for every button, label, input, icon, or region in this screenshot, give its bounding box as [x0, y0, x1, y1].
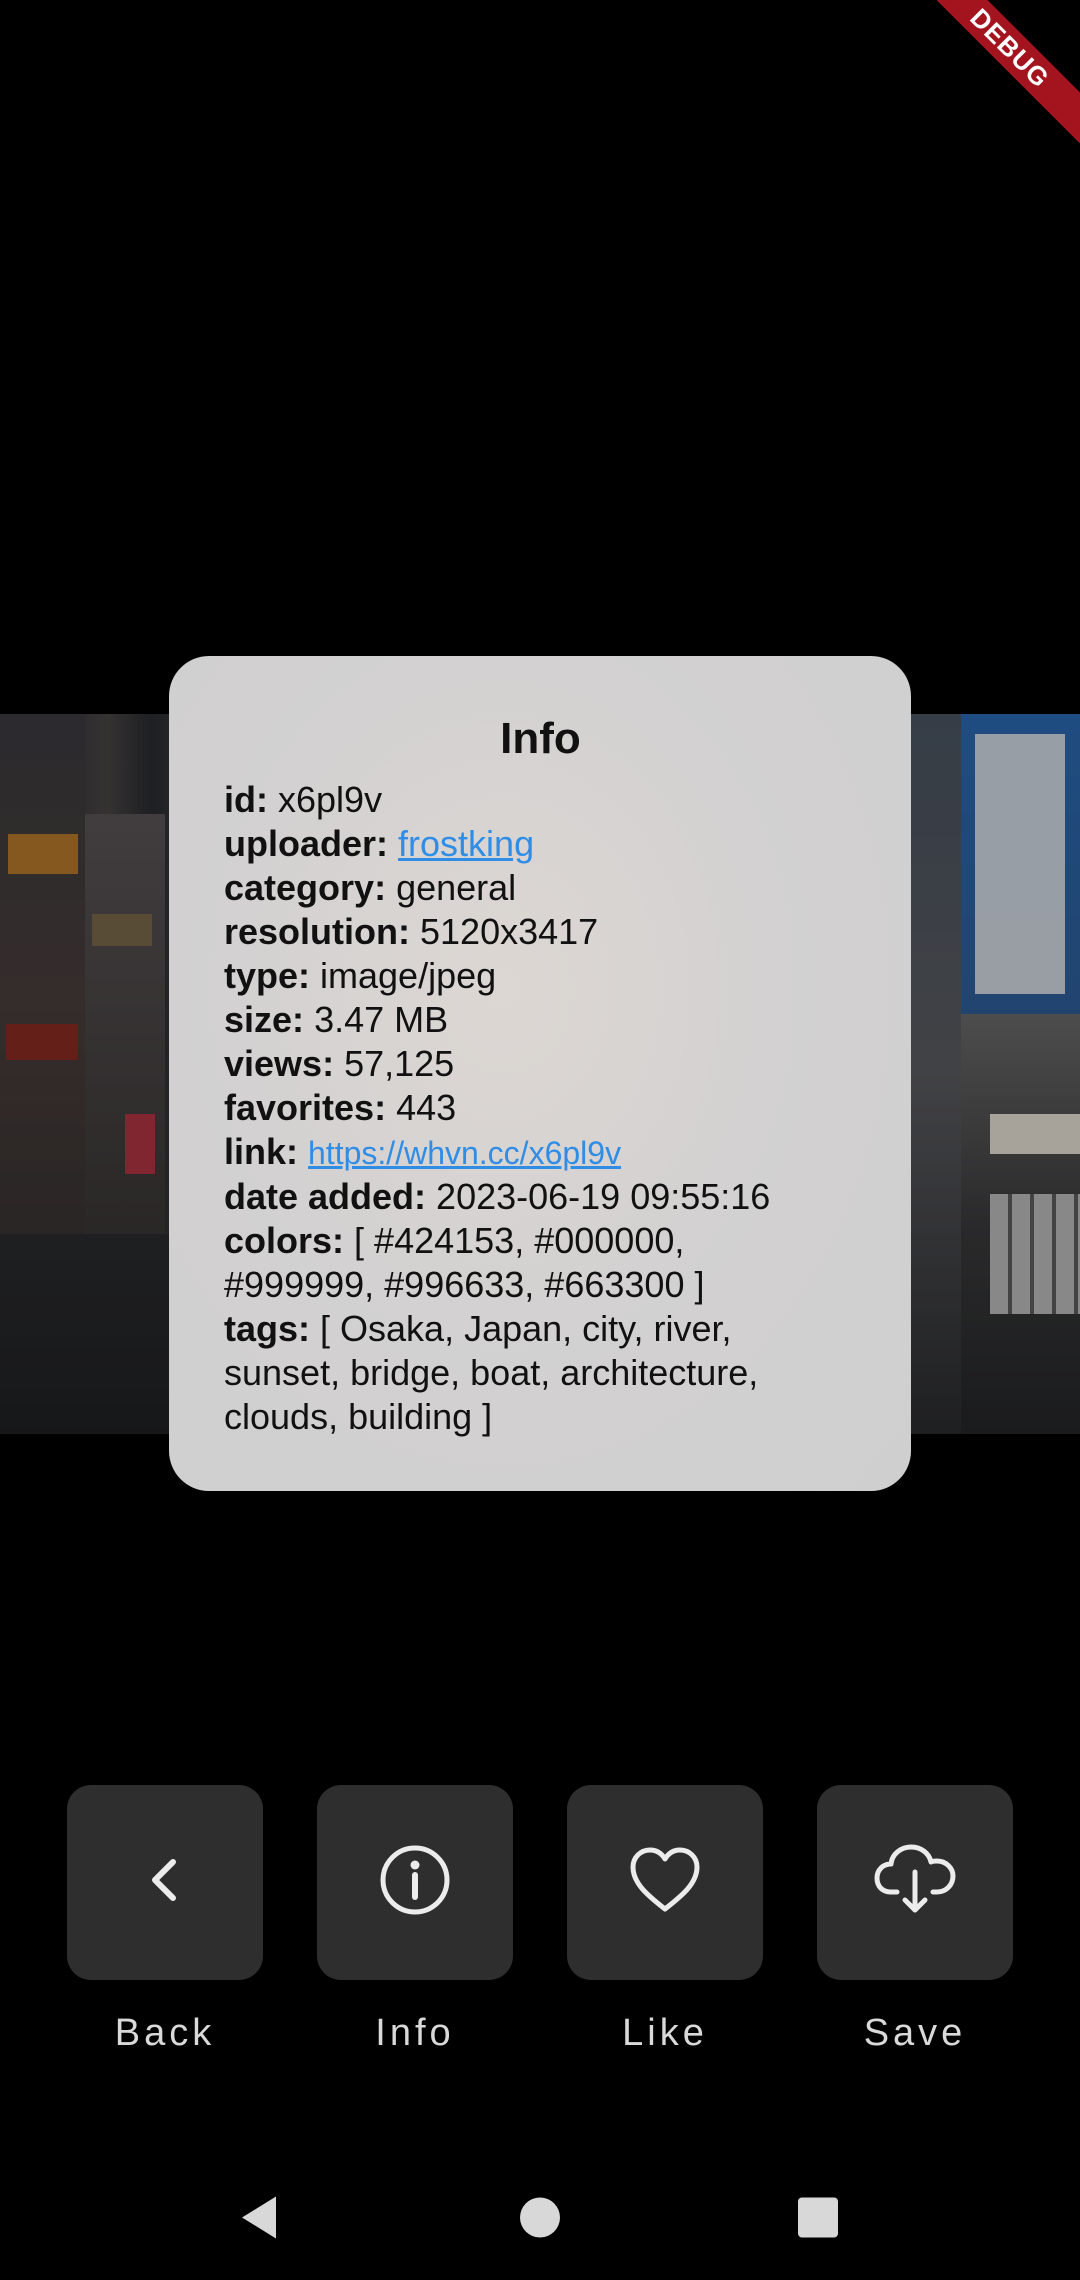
- info-circle-icon: [377, 1842, 453, 1923]
- info-value: general: [396, 867, 517, 908]
- back-action[interactable]: Back: [67, 1785, 263, 2056]
- info-type: type: image/jpeg: [224, 954, 857, 998]
- info-dialog: Info id: x6pl9v uploader: frostking cate…: [169, 656, 911, 1491]
- info-value: #999999, #996633, #663300 ]: [224, 1264, 705, 1305]
- uploader-link[interactable]: frostking: [398, 823, 534, 864]
- cloud-download-icon: [873, 1842, 957, 1923]
- dialog-title: Info: [500, 714, 581, 763]
- info-views: views: 57,125: [224, 1042, 857, 1086]
- info-key: size:: [224, 999, 305, 1040]
- info-key: colors:: [224, 1220, 345, 1261]
- info-key: link:: [224, 1131, 299, 1172]
- info-value: 2023-06-19 09:55:16: [436, 1176, 771, 1217]
- debug-banner: DEBUG: [905, 0, 1080, 153]
- info-size: size: 3.47 MB: [224, 998, 857, 1042]
- info-action[interactable]: Info: [317, 1785, 513, 2056]
- info-value: [ #424153, #000000,: [354, 1220, 685, 1261]
- info-value: 443: [396, 1087, 457, 1128]
- info-category: category: general: [224, 866, 857, 910]
- nav-recents-icon[interactable]: [797, 2197, 839, 2244]
- info-date-added: date added: 2023-06-19 09:55:16: [224, 1175, 857, 1219]
- heart-outline-icon: [627, 1845, 703, 1920]
- info-key: tags:: [224, 1308, 311, 1349]
- info-key: resolution:: [224, 911, 410, 952]
- info-key: uploader:: [224, 823, 389, 864]
- like-button[interactable]: [567, 1785, 763, 1980]
- system-nav-bar: [0, 2160, 1080, 2280]
- save-button[interactable]: [817, 1785, 1013, 1980]
- like-label: Like: [622, 2012, 708, 2054]
- chevron-left-icon: [135, 1850, 195, 1915]
- back-label: Back: [114, 2012, 216, 2054]
- action-bar: Back Info Like Save: [67, 1785, 1013, 2065]
- info-key: favorites:: [224, 1087, 387, 1128]
- info-button[interactable]: [317, 1785, 513, 1980]
- info-key: type:: [224, 955, 311, 996]
- info-key: category:: [224, 867, 387, 908]
- info-value: 57,125: [344, 1043, 455, 1084]
- screen: DEBUG Info id: x6pl9v uploader: frostkin…: [0, 0, 1080, 2280]
- save-label: Save: [863, 2012, 967, 2054]
- save-action[interactable]: Save: [817, 1785, 1013, 2056]
- info-favorites: favorites: 443: [224, 1086, 857, 1130]
- info-id: id: x6pl9v: [224, 778, 857, 822]
- info-value: image/jpeg: [320, 955, 497, 996]
- info-link: link: https://whvn.cc/x6pl9v: [224, 1130, 857, 1175]
- info-value: clouds, building ]: [224, 1396, 493, 1437]
- info-value: [ Osaka, Japan, city, river,: [320, 1308, 732, 1349]
- nav-home-icon[interactable]: [518, 2196, 562, 2245]
- info-value: 5120x3417: [420, 911, 599, 952]
- like-action[interactable]: Like: [567, 1785, 763, 2056]
- info-value: 3.47 MB: [314, 999, 449, 1040]
- back-button[interactable]: [67, 1785, 263, 1980]
- info-resolution: resolution: 5120x3417: [224, 910, 857, 954]
- info-label: Info: [375, 2012, 455, 2054]
- info-key: date added:: [224, 1176, 427, 1217]
- info-colors: colors: [ #424153, #000000, #999999, #99…: [224, 1219, 857, 1307]
- info-key: views:: [224, 1043, 335, 1084]
- wallpaper-link[interactable]: https://whvn.cc/x6pl9v: [308, 1135, 621, 1171]
- info-key: id:: [224, 779, 268, 820]
- info-uploader: uploader: frostking: [224, 822, 857, 866]
- nav-back-icon[interactable]: [236, 2193, 282, 2248]
- info-value: x6pl9v: [278, 779, 383, 820]
- info-tags: tags: [ Osaka, Japan, city, river, sunse…: [224, 1307, 857, 1439]
- info-value: sunset, bridge, boat, architecture,: [224, 1352, 759, 1393]
